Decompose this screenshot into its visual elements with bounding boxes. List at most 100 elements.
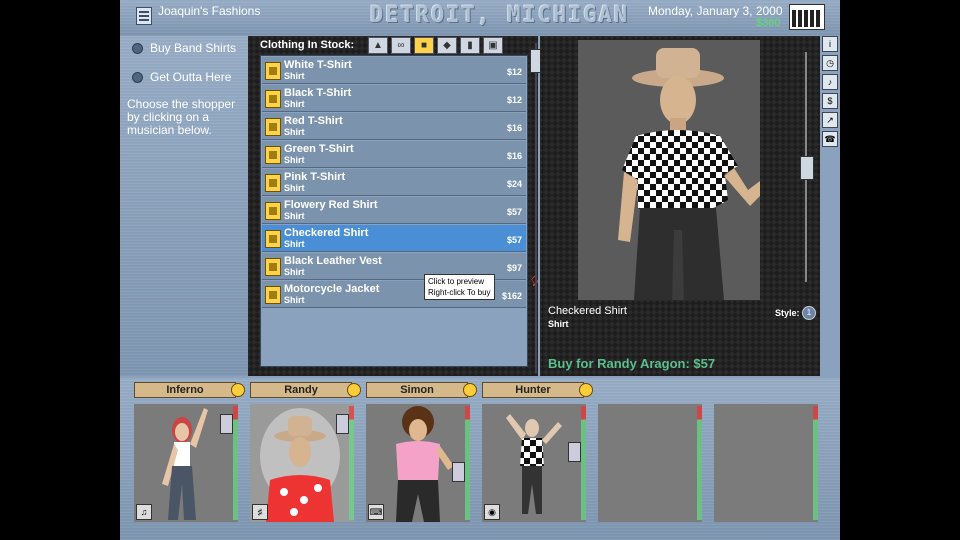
band-bar: Inferno Randy Simon Hunter ♫ ♯ ⌨ ◉ — [120, 378, 840, 540]
list-item[interactable]: Flowery Red Shirt Shirt $57 — [262, 197, 526, 224]
money-display: $360 — [756, 17, 781, 29]
band-slot-simon[interactable]: ⌨ — [362, 400, 474, 526]
buy-band-shirts-label: Buy Band Shirts — [150, 41, 237, 55]
shirt-icon — [265, 286, 281, 304]
character-preview — [578, 40, 760, 300]
preview-item-name: Checkered Shirt — [548, 305, 627, 317]
band-slot-inferno[interactable]: ♫ — [130, 400, 242, 526]
slider-thumb[interactable] — [452, 462, 465, 482]
sidebar: Buy Band Shirts Get Outta Here Choose th… — [120, 36, 248, 376]
keyboard-icon: ⌨ — [368, 504, 384, 520]
tooltip-line: Right-click To buy — [428, 288, 491, 297]
band-slot-hunter[interactable]: ◉ — [478, 400, 590, 526]
money-icon[interactable]: $ — [822, 93, 838, 109]
store-name: Joaquin's Fashions — [158, 4, 261, 18]
tab-hunter[interactable]: Hunter — [482, 382, 593, 398]
style-label: Style: — [775, 308, 800, 318]
mood-meter — [465, 406, 470, 520]
member-slider[interactable] — [336, 406, 349, 520]
glasses-icon[interactable]: ∞ — [391, 37, 411, 54]
shoe-icon[interactable]: ◆ — [437, 37, 457, 54]
item-name: Checkered Shirt — [284, 227, 369, 239]
item-type: Shirt — [284, 99, 305, 109]
clock-icon[interactable]: ◷ — [822, 55, 838, 71]
shirt-icon[interactable]: ■ — [414, 37, 434, 54]
item-price: $12 — [506, 95, 522, 105]
style-button[interactable]: 1 — [802, 306, 816, 320]
member-slider[interactable] — [220, 406, 233, 520]
calendar-icon[interactable] — [789, 4, 825, 30]
slider-thumb[interactable] — [568, 442, 581, 462]
shirt-icon — [265, 146, 281, 164]
band-slot-randy[interactable]: ♯ — [246, 400, 358, 526]
member-slider[interactable] — [452, 406, 465, 520]
tooltip: Click to preview Right-click To buy — [424, 274, 495, 300]
item-price: $162 — [501, 291, 522, 301]
item-type: Shirt — [284, 211, 305, 221]
buy-band-shirts-button[interactable]: Buy Band Shirts — [132, 41, 236, 55]
list-item[interactable]: Pink T-Shirt Shirt $24 — [262, 169, 526, 196]
clothing-list: White T-Shirt Shirt $12 Black T-Shirt Sh… — [260, 55, 528, 367]
info-icon[interactable]: i — [822, 36, 838, 52]
list-item-selected[interactable]: Checkered Shirt Shirt $57 — [262, 225, 526, 252]
smiley-icon — [579, 383, 593, 397]
shirt-icon — [265, 174, 281, 192]
slider-thumb[interactable] — [220, 414, 233, 434]
preview-item-type: Shirt — [548, 319, 569, 329]
tab-simon[interactable]: Simon — [366, 382, 477, 398]
item-name: Flowery Red Shirt — [284, 199, 378, 211]
music-note-icon[interactable]: ♪ — [822, 74, 838, 90]
member-name: Simon — [400, 384, 434, 396]
chart-icon[interactable]: ↗ — [822, 112, 838, 128]
zoom-slider[interactable] — [800, 52, 814, 282]
item-name: Red T-Shirt — [284, 115, 343, 127]
item-price: $97 — [506, 263, 522, 273]
item-price: $24 — [506, 179, 522, 189]
item-type: Shirt — [284, 127, 305, 137]
mood-meter — [349, 406, 354, 520]
buy-button[interactable]: Buy for Randy Aragon: $57 — [548, 356, 715, 371]
member-slider[interactable] — [568, 406, 581, 520]
date-display: Monday, January 3, 2000 — [648, 4, 783, 18]
phone-icon[interactable]: ☎ — [822, 131, 838, 147]
store-menu-icon[interactable] — [136, 7, 152, 25]
item-name: Motorcycle Jacket — [284, 283, 380, 295]
band-slot-empty — [710, 400, 822, 526]
radio-icon — [132, 42, 143, 54]
shirt-icon — [265, 90, 281, 108]
item-type: Shirt — [284, 295, 305, 305]
pants-icon[interactable]: ▮ — [460, 37, 480, 54]
slider-thumb[interactable] — [800, 156, 814, 180]
tab-randy[interactable]: Randy — [250, 382, 361, 398]
mood-meter — [813, 406, 818, 520]
microphone-icon: ♫ — [136, 504, 152, 520]
tab-inferno[interactable]: Inferno — [134, 382, 245, 398]
list-item[interactable]: Black T-Shirt Shirt $12 — [262, 85, 526, 112]
shirt-icon — [265, 258, 281, 276]
list-item[interactable]: Red T-Shirt Shirt $16 — [262, 113, 526, 140]
shirt-icon — [265, 118, 281, 136]
category-filter: ▲ ∞ ■ ◆ ▮ ▣ — [368, 37, 503, 54]
item-price: $16 — [506, 123, 522, 133]
stock-panel: Clothing In Stock: ▲ ∞ ■ ◆ ▮ ▣ White T-S… — [248, 36, 544, 376]
list-item[interactable]: Green T-Shirt Shirt $16 — [262, 141, 526, 168]
top-bar: Joaquin's Fashions DETROIT, MICHIGAN Mon… — [120, 0, 840, 36]
preview-panel: Checkered Shirt Shirt Style: 1 Buy for R… — [540, 36, 820, 376]
item-name: Black Leather Vest — [284, 255, 382, 267]
item-name: White T-Shirt — [284, 59, 352, 71]
get-outta-here-button[interactable]: Get Outta Here — [132, 70, 231, 84]
shirt-icon — [265, 62, 281, 80]
tooltip-line: Click to preview — [428, 277, 485, 286]
boots-icon[interactable]: ▣ — [483, 37, 503, 54]
band-slot-empty — [594, 400, 706, 526]
slider-thumb[interactable] — [336, 414, 349, 434]
shirt-icon — [265, 202, 281, 220]
hat-icon[interactable]: ▲ — [368, 37, 388, 54]
mood-meter — [697, 406, 702, 520]
item-type: Shirt — [284, 71, 305, 81]
list-item[interactable]: White T-Shirt Shirt $12 — [262, 57, 526, 84]
mood-meter — [581, 406, 586, 520]
item-name: Green T-Shirt — [284, 143, 354, 155]
cowboy-figure — [578, 40, 760, 300]
item-price: $57 — [506, 235, 522, 245]
